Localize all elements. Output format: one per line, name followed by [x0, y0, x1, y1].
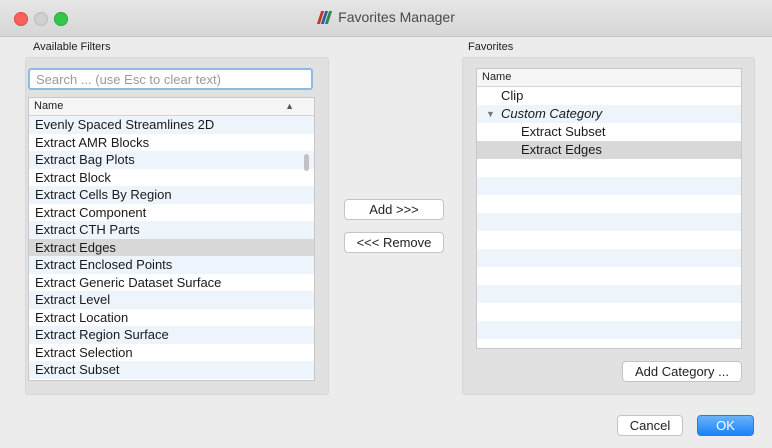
- favorites-manager-window: Favorites Manager Available Filters Name…: [0, 0, 772, 448]
- empty-row: [477, 285, 741, 303]
- paraview-logo-icon: [317, 11, 333, 24]
- empty-row: [477, 177, 741, 195]
- filter-list-item[interactable]: Extract Location: [29, 309, 314, 327]
- filter-list-item[interactable]: Extract Selection: [29, 344, 314, 362]
- column-header-label: Name: [34, 100, 64, 112]
- available-filters-list[interactable]: Name ▲ Evenly Spaced Streamlines 2D Extra…: [28, 97, 315, 381]
- favorites-item[interactable]: Extract Subset: [477, 123, 741, 141]
- filter-list-item[interactable]: Extract Cells By Region: [29, 186, 314, 204]
- empty-row: [477, 321, 741, 339]
- filter-list-item[interactable]: Extract Bag Plots: [29, 151, 314, 169]
- favorites-item[interactable]: Clip: [477, 87, 741, 105]
- cancel-button[interactable]: Cancel: [617, 415, 683, 436]
- filter-list-item[interactable]: Extract Component: [29, 204, 314, 222]
- window-title: Favorites Manager: [338, 9, 455, 25]
- available-filters-rows: Evenly Spaced Streamlines 2D Extract AMR …: [29, 116, 314, 379]
- window-title-area: Favorites Manager: [0, 9, 772, 25]
- ok-button[interactable]: OK: [697, 415, 754, 436]
- title-bar: Favorites Manager: [0, 0, 772, 37]
- disclosure-triangle-icon[interactable]: ▼: [486, 105, 495, 123]
- add-favorite-button[interactable]: Add >>>: [344, 199, 444, 220]
- favorites-item-label: Clip: [501, 88, 524, 103]
- favorites-name-column-header[interactable]: Name: [477, 69, 741, 87]
- available-filters-label: Available Filters: [33, 41, 111, 53]
- available-name-column-header[interactable]: Name ▲: [29, 98, 314, 116]
- filter-list-item[interactable]: Evenly Spaced Streamlines 2D: [29, 116, 314, 134]
- filter-search-input[interactable]: [28, 68, 313, 90]
- favorites-label: Favorites: [468, 41, 514, 53]
- filter-list-item[interactable]: Extract Enclosed Points: [29, 256, 314, 274]
- add-category-button[interactable]: Add Category ...: [622, 361, 742, 382]
- filter-list-item[interactable]: Extract Generic Dataset Surface: [29, 274, 314, 292]
- favorites-item-label: Extract Subset: [521, 124, 606, 139]
- remove-favorite-button[interactable]: <<< Remove: [344, 232, 444, 253]
- empty-row: [477, 159, 741, 177]
- favorites-item[interactable]: Extract Edges: [477, 141, 741, 159]
- filter-list-item[interactable]: Extract Region Surface: [29, 326, 314, 344]
- favorites-category-item[interactable]: ▼ Custom Category: [477, 105, 741, 123]
- sort-ascending-icon: ▲: [285, 101, 294, 111]
- favorites-item-label: Extract Edges: [521, 142, 602, 157]
- filter-list-item[interactable]: Extract AMR Blocks: [29, 134, 314, 152]
- filter-list-item[interactable]: Extract CTH Parts: [29, 221, 314, 239]
- filter-list-item[interactable]: Extract Edges: [29, 238, 314, 256]
- favorites-tree[interactable]: Name Clip ▼ Custom Category Extract Subset E…: [476, 68, 742, 349]
- favorites-item-label: Custom Category: [501, 106, 603, 121]
- empty-row: [477, 249, 741, 267]
- favorites-rows: Clip ▼ Custom Category Extract Subset Extrac…: [477, 87, 741, 339]
- list-scrollbar-thumb[interactable]: [304, 154, 309, 171]
- empty-row: [477, 303, 741, 321]
- empty-row: [477, 195, 741, 213]
- filter-list-item[interactable]: Extract Block: [29, 169, 314, 187]
- filter-list-item[interactable]: Extract Level: [29, 291, 314, 309]
- empty-row: [477, 267, 741, 285]
- empty-row: [477, 213, 741, 231]
- empty-row: [477, 231, 741, 249]
- column-header-label: Name: [482, 71, 512, 83]
- filter-list-item[interactable]: Extract Subset: [29, 361, 314, 379]
